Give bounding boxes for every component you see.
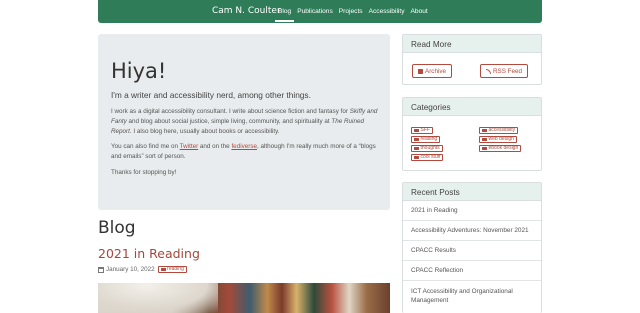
categories-card: Categories SFF accessibility reading web… — [402, 97, 542, 171]
recent-post-item[interactable]: ICT Accessibility and Organizational Man… — [403, 281, 541, 311]
category-web-design[interactable]: web design — [479, 136, 517, 143]
fediverse-link[interactable]: fediverse — [231, 143, 257, 150]
rss-feed-button[interactable]: RSS Feed — [480, 64, 528, 78]
calendar-icon — [98, 266, 104, 273]
recent-post-item[interactable]: CPACC Reflection — [403, 261, 541, 281]
recent-posts-card: Recent Posts 2021 in Reading Accessibili… — [402, 182, 542, 313]
nav-link-about[interactable]: About — [408, 0, 431, 23]
categories-heading: Categories — [403, 98, 541, 116]
folder-icon — [414, 137, 419, 142]
category-cool-stuff[interactable]: cool stuff — [411, 154, 444, 161]
post-featured-image[interactable] — [98, 283, 390, 313]
intro-lead: I'm a writer and accessibility nerd, amo… — [111, 90, 311, 100]
read-more-heading: Read More — [403, 35, 541, 53]
post-date: January 10, 2022 — [106, 266, 155, 273]
nav-link-projects[interactable]: Projects — [336, 0, 366, 23]
category-reading[interactable]: reading — [411, 136, 441, 143]
folder-icon — [414, 146, 419, 151]
category-sff[interactable]: SFF — [411, 127, 433, 134]
category-accessibility[interactable]: accessibility — [479, 127, 519, 134]
twitter-link[interactable]: Twitter — [180, 143, 199, 150]
post-tag-reading[interactable]: reading — [157, 266, 187, 273]
intro-paragraph-work: I work as a digital accessibility consul… — [111, 108, 378, 135]
nav-links: Blog Publications Projects Accessibility… — [275, 0, 431, 23]
intro-jumbotron: Hiya! I'm a writer and accessibility ner… — [98, 34, 390, 210]
recent-post-item[interactable]: Accessibility Adventures: November 2021 — [403, 221, 541, 241]
nav-link-publications[interactable]: Publications — [294, 0, 336, 23]
rss-icon — [485, 68, 491, 74]
folder-icon — [414, 128, 419, 133]
intro-paragraph-social: You can also find me on Twitter and on t… — [111, 143, 376, 160]
recent-post-item[interactable]: CPACC Results — [403, 241, 541, 261]
read-more-card: Read More Archive RSS Feed — [402, 34, 542, 85]
archive-button[interactable]: Archive — [412, 64, 452, 78]
site-brand[interactable]: Cam N. Coulter — [212, 6, 281, 16]
top-navbar: Cam N. Coulter Blog Publications Project… — [98, 0, 542, 23]
folder-icon — [482, 137, 487, 142]
post-meta: January 10, 2022 reading — [98, 266, 187, 273]
folder-icon — [414, 155, 419, 160]
category-thoughts[interactable]: thoughts — [411, 145, 443, 152]
intro-paragraph-thanks: Thanks for stopping by! — [111, 169, 177, 176]
recent-post-item[interactable]: 2021 in Reading — [403, 201, 541, 221]
nav-link-accessibility[interactable]: Accessibility — [366, 0, 408, 23]
folder-icon — [160, 267, 166, 272]
folder-icon — [482, 128, 487, 133]
category-ebook-design[interactable]: ebook design — [479, 145, 522, 152]
intro-heading: Hiya! — [111, 59, 167, 83]
blog-heading: Blog — [98, 218, 136, 238]
nav-link-blog[interactable]: Blog — [275, 0, 295, 22]
folder-icon — [482, 146, 487, 151]
recent-posts-heading: Recent Posts — [403, 183, 541, 201]
post-title-link[interactable]: 2021 in Reading — [98, 246, 200, 261]
archive-icon — [418, 68, 423, 74]
